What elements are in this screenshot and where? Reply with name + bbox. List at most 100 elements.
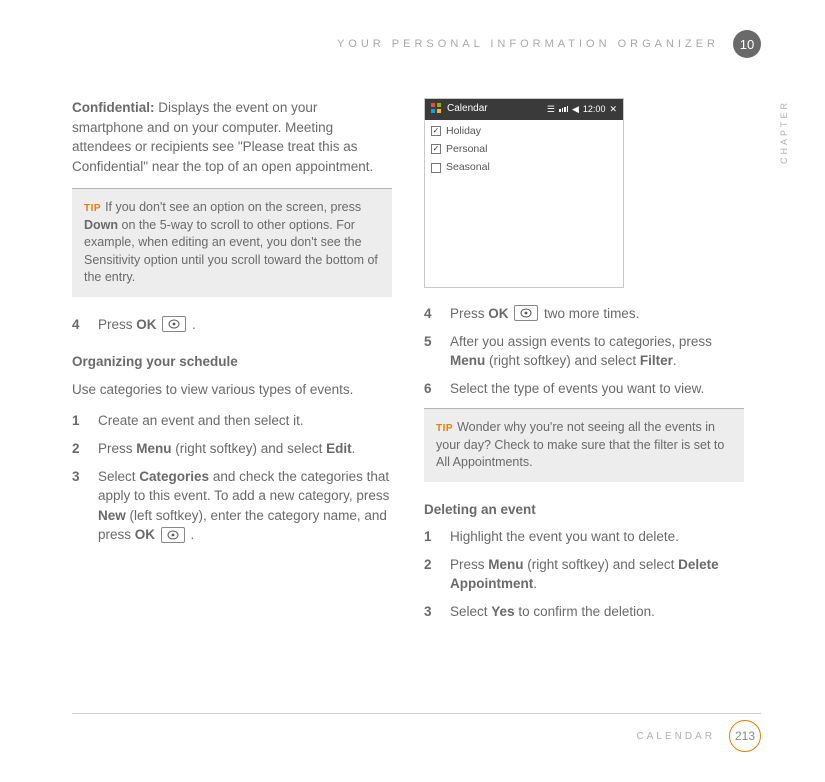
step-number: 3: [424, 602, 438, 622]
page-header: YOUR PERSONAL INFORMATION ORGANIZER 10: [72, 30, 761, 58]
speaker-icon: ◀: [572, 103, 579, 116]
t: Edit: [326, 441, 352, 456]
left-column: Confidential: Displays the event on your…: [72, 98, 392, 630]
tip-label: TIP: [84, 203, 101, 214]
right-step-6: 6 Select the type of events you want to …: [424, 379, 744, 399]
checklist-row: ✓ Personal: [431, 142, 617, 157]
t: Select: [450, 604, 491, 619]
t: Menu: [136, 441, 171, 456]
page: YOUR PERSONAL INFORMATION ORGANIZER 10 C…: [0, 0, 825, 782]
t: Menu: [488, 557, 523, 572]
checklist-label: Seasonal: [446, 160, 490, 175]
ok-button-icon: [514, 305, 538, 321]
step-text: Press OK two more times.: [450, 304, 639, 324]
t: Press: [98, 441, 136, 456]
del-step-3: 3 Select Yes to confirm the deletion.: [424, 602, 744, 622]
close-icon: ✕: [609, 103, 617, 116]
del-step-1: 1 Highlight the event you want to delete…: [424, 527, 744, 547]
step-number: 4: [72, 315, 86, 335]
t: Filter: [640, 353, 673, 368]
step-text: Press Menu (right softkey) and select De…: [450, 555, 744, 594]
right-step-4: 4 Press OK two more times.: [424, 304, 744, 324]
t: Menu: [450, 353, 485, 368]
t: Press: [450, 557, 488, 572]
tip2-text: Wonder why you're not seeing all the eve…: [436, 420, 724, 469]
checkbox-icon: [431, 163, 441, 173]
t: After you assign events to categories, p…: [450, 334, 712, 349]
tip1-bold: Down: [84, 218, 118, 232]
screenshot-titlebar: Calendar ☰ ◀ 12:00 ✕: [425, 99, 623, 120]
step-text: Highlight the event you want to delete.: [450, 527, 679, 547]
right-step-5: 5 After you assign events to categories,…: [424, 332, 744, 371]
step-text: Select the type of events you want to vi…: [450, 379, 704, 399]
chapter-label-vertical: CHAPTER: [779, 100, 789, 164]
titlebar-right: ☰ ◀ 12:00 ✕: [547, 103, 617, 116]
org-step-1: 1 Create an event and then select it.: [72, 411, 392, 431]
t: (right softkey) and select: [524, 557, 679, 572]
step4-bold: OK: [136, 317, 156, 332]
step-text: Press Menu (right softkey) and select Ed…: [98, 439, 355, 459]
page-number: 213: [729, 720, 761, 752]
step4-b: .: [188, 317, 196, 332]
calendar-screenshot: Calendar ☰ ◀ 12:00 ✕ ✓ Holiday ✓ Personal …: [424, 98, 624, 288]
t: Press: [450, 306, 488, 321]
tip-box-2: TIPWonder why you're not seeing all the …: [424, 408, 744, 482]
step-number: 5: [424, 332, 438, 371]
t: to confirm the deletion.: [515, 604, 655, 619]
footer-section-label: CALENDAR: [637, 731, 715, 742]
t: Categories: [139, 469, 209, 484]
step-number: 3: [72, 467, 86, 545]
subhead-deleting: Deleting an event: [424, 500, 744, 520]
checkbox-icon: ✓: [431, 144, 441, 154]
t: OK: [488, 306, 508, 321]
t: New: [98, 508, 126, 523]
t: .: [673, 353, 677, 368]
t: .: [187, 527, 195, 542]
org-step-2: 2 Press Menu (right softkey) and select …: [72, 439, 392, 459]
header-title: YOUR PERSONAL INFORMATION ORGANIZER: [337, 38, 719, 50]
t: Yes: [491, 604, 514, 619]
org-step-3: 3 Select Categories and check the catego…: [72, 467, 392, 545]
confidential-label: Confidential:: [72, 100, 155, 115]
t: .: [533, 576, 537, 591]
tip1-part-b: on the 5-way to scroll to other options.…: [84, 218, 378, 285]
subhead-organizing: Organizing your schedule: [72, 352, 392, 372]
confidential-paragraph: Confidential: Displays the event on your…: [72, 98, 392, 176]
step-number: 6: [424, 379, 438, 399]
checklist-label: Holiday: [446, 124, 481, 139]
signal-icon: [559, 106, 568, 112]
t: (right softkey) and select: [172, 441, 327, 456]
page-footer: CALENDAR 213: [637, 720, 761, 752]
step-number: 4: [424, 304, 438, 324]
radio-icon: ☰: [547, 103, 555, 116]
checklist-row: ✓ Holiday: [431, 124, 617, 139]
step4-a: Press: [98, 317, 136, 332]
step-number: 2: [424, 555, 438, 594]
tip-box-1: TIP If you don't see an option on the scr…: [72, 188, 392, 297]
chapter-number-badge: 10: [733, 30, 761, 58]
organizing-intro: Use categories to view various types of …: [72, 380, 392, 400]
step-number: 1: [72, 411, 86, 431]
step-text: Select Categories and check the categori…: [98, 467, 392, 545]
tip-label: TIP: [436, 423, 453, 434]
screenshot-app-title: Calendar: [447, 102, 488, 117]
screenshot-body: ✓ Holiday ✓ Personal Seasonal: [425, 120, 623, 183]
t: Select: [98, 469, 139, 484]
step-text: After you assign events to categories, p…: [450, 332, 744, 371]
step-number: 1: [424, 527, 438, 547]
content-columns: Confidential: Displays the event on your…: [72, 98, 761, 630]
step-text: Create an event and then select it.: [98, 411, 304, 431]
step-text: Press OK .: [98, 315, 196, 335]
checklist-row: Seasonal: [431, 160, 617, 175]
checkbox-icon: ✓: [431, 126, 441, 136]
right-column: Calendar ☰ ◀ 12:00 ✕ ✓ Holiday ✓ Personal …: [424, 98, 744, 630]
ok-button-icon: [162, 316, 186, 332]
tip1-part-a: If you don't see an option on the screen…: [105, 200, 361, 214]
step-4: 4 Press OK .: [72, 315, 392, 335]
t: .: [352, 441, 356, 456]
checklist-label: Personal: [446, 142, 487, 157]
step-number: 2: [72, 439, 86, 459]
t: two more times.: [544, 306, 639, 321]
ok-button-icon: [161, 527, 185, 543]
t: (right softkey) and select: [485, 353, 640, 368]
